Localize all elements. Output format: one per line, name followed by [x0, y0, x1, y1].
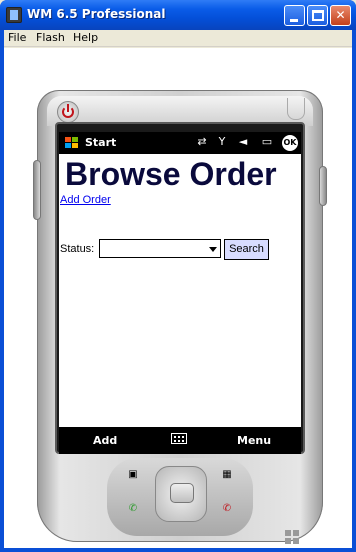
start-menu[interactable]: Start: [85, 136, 116, 149]
signal-off-icon[interactable]: Y: [214, 135, 230, 151]
app-icon: [6, 7, 22, 23]
maximize-button[interactable]: [307, 5, 328, 26]
power-button-icon[interactable]: [57, 101, 79, 123]
status-label: Status:: [60, 243, 95, 255]
device-skin: Start ⇄ Y ◄ ▭ OK Browse Order Add Order …: [33, 90, 327, 544]
calendar-key-icon[interactable]: ▦: [217, 468, 237, 482]
wm-title-bar: Start ⇄ Y ◄ ▭ OK: [59, 132, 301, 154]
status-dropdown[interactable]: [99, 239, 221, 258]
softkey-menu[interactable]: Menu: [237, 434, 271, 447]
right-side-button[interactable]: [319, 166, 327, 206]
contacts-key-icon[interactable]: ▣: [123, 468, 143, 482]
dpad[interactable]: [155, 466, 207, 522]
call-key-icon[interactable]: ✆: [123, 502, 143, 516]
search-button[interactable]: Search: [224, 239, 269, 260]
ok-button[interactable]: OK: [282, 135, 298, 151]
left-side-button[interactable]: [33, 160, 41, 220]
window-title: WM 6.5 Professional: [27, 7, 166, 21]
menu-bar: File Flash Help: [4, 30, 352, 47]
keyboard-icon[interactable]: [171, 433, 187, 444]
page-title: Browse Order: [65, 156, 277, 192]
hardware-keypad: ▣ ▦ ✆ ✆: [107, 458, 253, 536]
end-call-key-icon[interactable]: ✆: [217, 502, 237, 516]
battery-icon[interactable]: ▭: [257, 135, 277, 151]
emulator-window: WM 6.5 Professional ✕ File Flash Help St…: [0, 0, 356, 552]
softkey-add[interactable]: Add: [93, 434, 117, 447]
sync-icon[interactable]: ⇄: [194, 135, 210, 151]
emulator-stage: Start ⇄ Y ◄ ▭ OK Browse Order Add Order …: [4, 48, 352, 548]
windows-logo-icon: [285, 530, 301, 546]
softkey-bar: Add Menu: [59, 427, 301, 454]
chevron-down-icon[interactable]: [209, 247, 217, 252]
volume-muted-icon[interactable]: ◄: [235, 135, 251, 151]
close-button[interactable]: ✕: [330, 5, 351, 26]
menu-file[interactable]: File: [8, 31, 26, 44]
minimize-button[interactable]: [284, 5, 305, 26]
window-client: File Flash Help Start ⇄ Y ◄ ▭ OK Browse …: [4, 30, 352, 548]
dpad-center-button[interactable]: [170, 483, 194, 503]
add-order-link[interactable]: Add Order: [60, 194, 111, 206]
camera-slot: [287, 98, 305, 120]
device-screen: Start ⇄ Y ◄ ▭ OK Browse Order Add Order …: [59, 132, 301, 454]
windows-flag-icon[interactable]: [65, 137, 78, 149]
menu-help[interactable]: Help: [73, 31, 98, 44]
menu-flash[interactable]: Flash: [36, 31, 65, 44]
title-bar[interactable]: WM 6.5 Professional ✕: [0, 0, 356, 30]
